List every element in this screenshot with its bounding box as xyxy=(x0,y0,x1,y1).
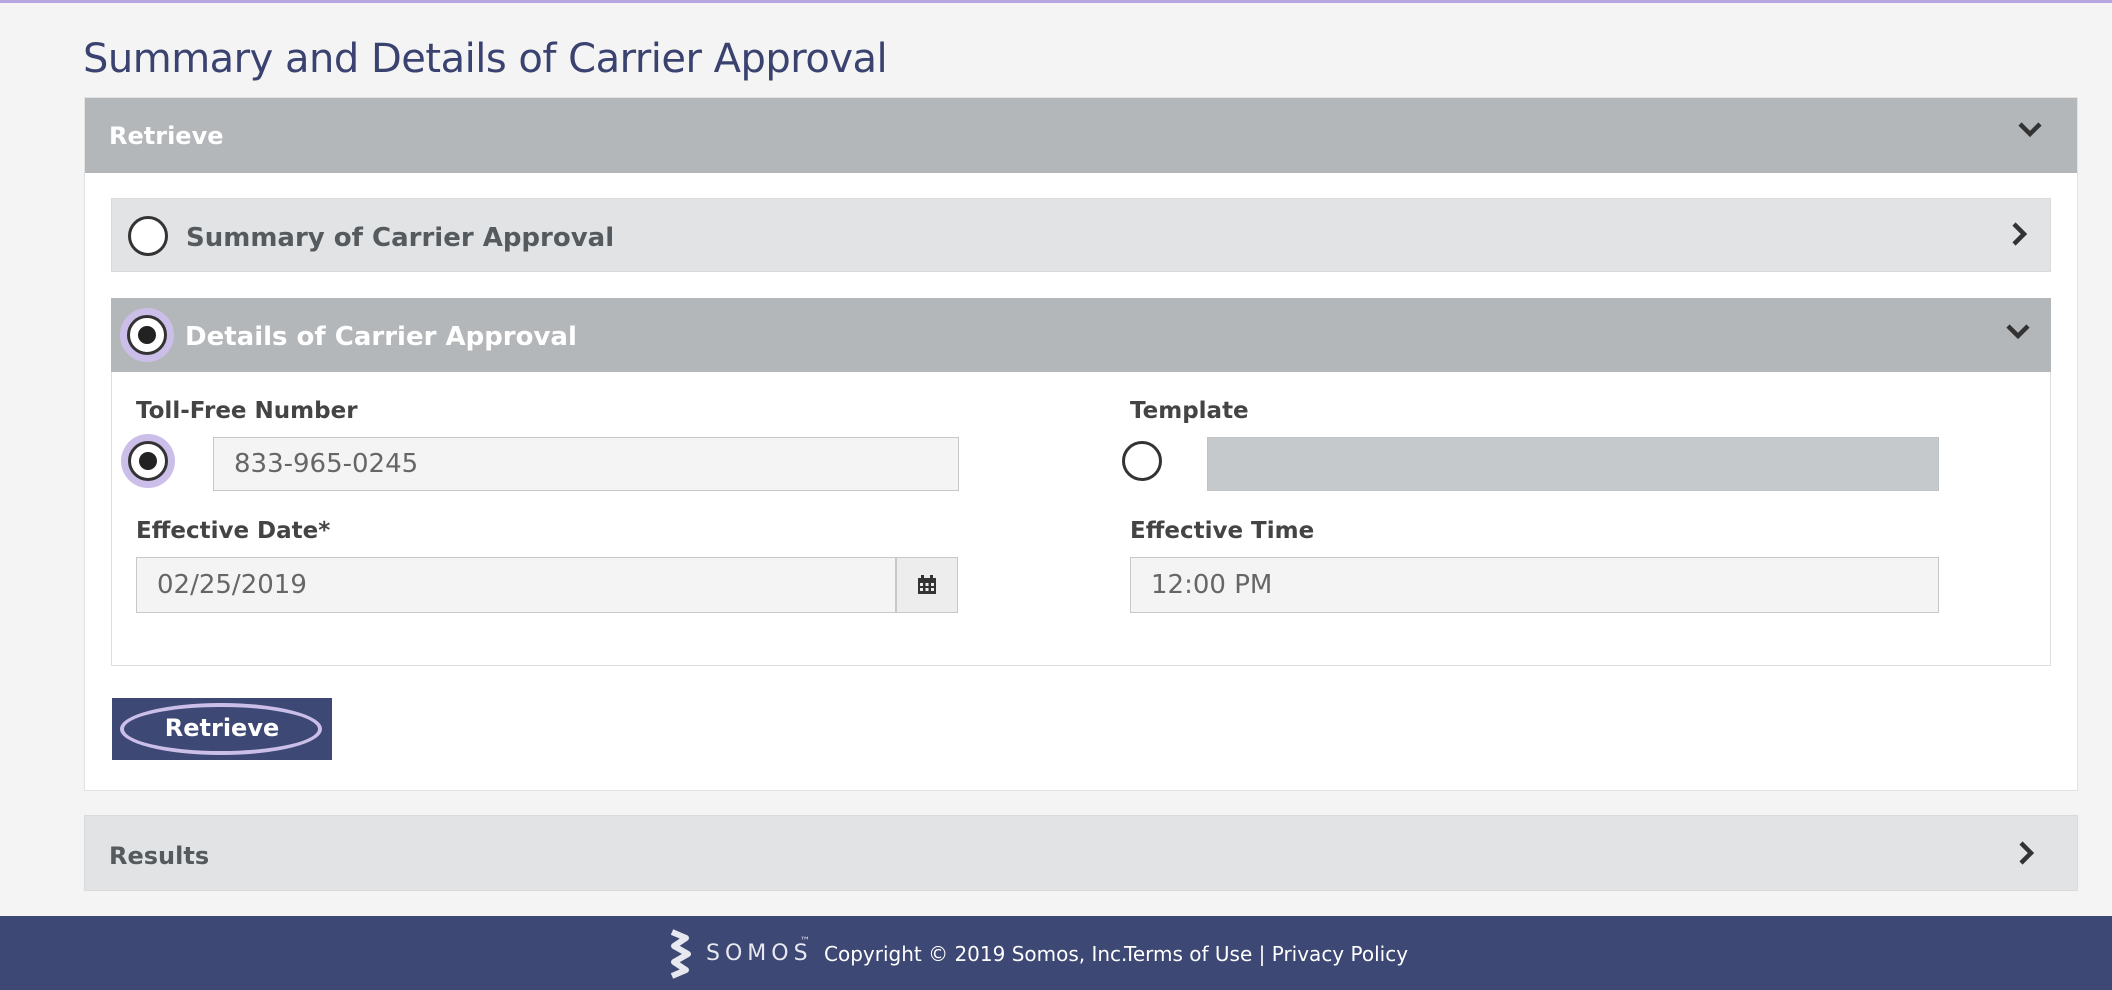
details-option-radio[interactable] xyxy=(127,315,167,355)
effective-time-label: Effective Time xyxy=(1130,518,1315,544)
results-panel-header[interactable]: Results xyxy=(84,815,2078,891)
footer-links: Terms of Use | Privacy Policy xyxy=(1124,942,1408,966)
somos-logo-icon xyxy=(670,929,691,979)
details-option-label: Details of Carrier Approval xyxy=(185,322,577,352)
summary-option-panel[interactable]: Summary of Carrier Approval xyxy=(111,198,2051,272)
summary-option-label: Summary of Carrier Approval xyxy=(186,223,615,253)
retrieve-button[interactable]: Retrieve xyxy=(112,698,332,760)
footer-separator: | xyxy=(1258,942,1266,966)
effective-date-input[interactable] xyxy=(136,557,896,613)
chevron-right-icon[interactable] xyxy=(2006,221,2032,247)
footer: SOMOS ™ Copyright © 2019 Somos, Inc. Ter… xyxy=(0,916,2112,990)
toll-free-number-input[interactable] xyxy=(213,437,959,491)
chevron-down-icon[interactable] xyxy=(2005,318,2031,344)
top-accent-bar xyxy=(0,0,2112,3)
toll-free-number-label: Toll-Free Number xyxy=(136,398,358,424)
calendar-button[interactable] xyxy=(896,557,958,613)
chevron-right-icon[interactable] xyxy=(2013,840,2039,866)
effective-date-label: Effective Date* xyxy=(136,518,331,544)
privacy-policy-link[interactable]: Privacy Policy xyxy=(1272,942,1408,966)
page-title: Summary and Details of Carrier Approval xyxy=(83,36,888,82)
template-input[interactable] xyxy=(1207,437,1939,491)
retrieve-panel-header[interactable]: Retrieve xyxy=(85,98,2077,173)
retrieve-panel-title: Retrieve xyxy=(109,122,224,150)
trademark-symbol: ™ xyxy=(800,936,810,947)
retrieve-panel: Retrieve Summary of Carrier Approval Det… xyxy=(84,97,2078,791)
terms-of-use-link[interactable]: Terms of Use xyxy=(1124,942,1252,966)
summary-option-radio[interactable] xyxy=(128,216,168,256)
copyright-text: Copyright © 2019 Somos, Inc. xyxy=(824,942,1128,966)
template-radio[interactable] xyxy=(1122,441,1162,481)
results-panel-title: Results xyxy=(109,842,210,870)
calendar-icon xyxy=(918,575,936,594)
template-label: Template xyxy=(1130,398,1249,424)
somos-logo-text: SOMOS xyxy=(706,941,813,966)
toll-free-number-radio[interactable] xyxy=(128,441,168,481)
details-form: Toll-Free Number Template Effective Date… xyxy=(111,372,2051,666)
retrieve-button-label: Retrieve xyxy=(164,714,280,742)
details-option-panel[interactable]: Details of Carrier Approval xyxy=(111,298,2051,372)
effective-time-input[interactable] xyxy=(1130,557,1939,613)
chevron-down-icon[interactable] xyxy=(2017,116,2043,142)
